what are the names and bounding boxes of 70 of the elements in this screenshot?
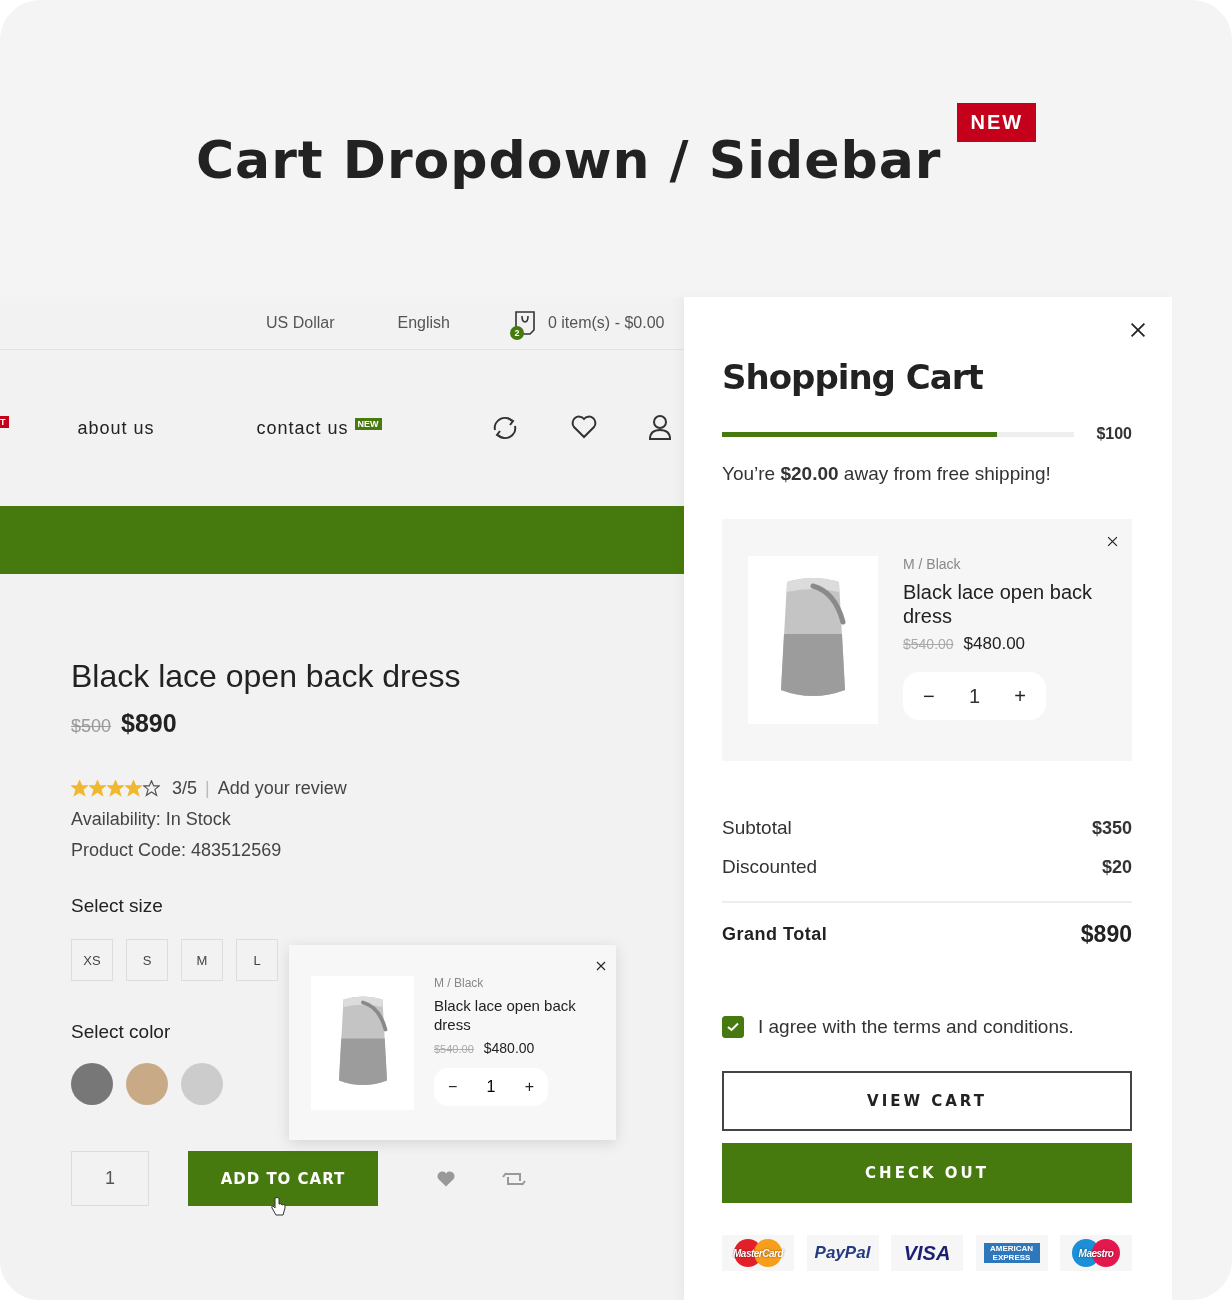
color-swatch[interactable]: [126, 1063, 168, 1105]
discount-label: Discounted: [722, 856, 818, 878]
item-old-price: $540.00: [903, 636, 954, 652]
discount-value: $20: [1101, 857, 1132, 878]
paypal-logo: PayPal: [806, 1235, 879, 1271]
nav-link[interactable]: contact us: [256, 417, 349, 439]
cart-count-badge: 2: [509, 326, 524, 340]
increase-button[interactable]: +: [1014, 684, 1026, 708]
close-icon[interactable]: [1130, 322, 1146, 338]
increase-button[interactable]: +: [524, 1078, 534, 1096]
subtotal-label: Subtotal: [722, 817, 792, 839]
quantity-field[interactable]: 1: [71, 1151, 149, 1206]
cart-summary[interactable]: 0 item(s) - $0.00: [547, 314, 665, 332]
price: $890: [121, 709, 177, 738]
shipping-threshold: $100: [1096, 425, 1132, 443]
currency-selector[interactable]: US Dollar: [266, 314, 335, 332]
size-option[interactable]: M: [181, 939, 223, 981]
size-label: Select size: [71, 895, 163, 917]
shipping-note: You’re $20.00 away from free shipping!: [722, 463, 1052, 485]
product-title: Black lace open back dress: [71, 658, 462, 695]
visa-logo: VISA: [891, 1235, 963, 1271]
item-price: $480.00: [963, 634, 1026, 654]
color-swatch[interactable]: [181, 1063, 223, 1105]
availability-text: Availability: In Stock: [71, 809, 232, 830]
size-option[interactable]: S: [126, 939, 168, 981]
grand-total-label: Grand Total: [722, 924, 828, 945]
old-price: $500: [71, 716, 112, 737]
size-option[interactable]: L: [236, 939, 278, 981]
item-name[interactable]: Black lace open back dress: [434, 996, 616, 1034]
star-icon: [71, 780, 88, 797]
star-icon: [125, 780, 142, 797]
star-icon: [89, 780, 106, 797]
checkmark-icon: [727, 1022, 739, 1032]
cart-title: Shopping Cart: [722, 357, 984, 397]
decrease-button[interactable]: −: [448, 1078, 458, 1096]
color-swatch[interactable]: [71, 1063, 113, 1105]
product-code: Product Code: 483512569: [71, 840, 283, 861]
decrease-button[interactable]: −: [923, 684, 935, 708]
view-cart-button[interactable]: VIEW CART: [722, 1071, 1132, 1131]
terms-label: I agree with the terms and conditions.: [758, 1016, 1074, 1038]
terms-checkbox[interactable]: [722, 1016, 744, 1038]
item-variant: M / Black: [434, 976, 485, 990]
size-option[interactable]: XS: [71, 939, 113, 981]
item-variant: M / Black: [903, 556, 962, 572]
item-old-price: $540.00: [434, 1043, 474, 1055]
star-icon: [107, 780, 124, 797]
close-icon[interactable]: [596, 961, 606, 971]
grand-total-value: $890: [1080, 921, 1132, 948]
separator: |: [205, 778, 210, 799]
remove-icon[interactable]: [1107, 536, 1118, 547]
color-label: Select color: [71, 1021, 171, 1043]
language-selector[interactable]: English: [397, 314, 450, 332]
hand-cursor-icon: [270, 1197, 286, 1217]
item-name[interactable]: Black lace open back dress: [903, 580, 1132, 628]
new-badge: NEW: [354, 417, 382, 430]
subtotal-value: $350: [1091, 818, 1132, 839]
quantity-value: 1: [968, 684, 981, 708]
star-icon: [143, 780, 160, 797]
amex-logo: AMERICAN EXPRESS: [975, 1235, 1048, 1271]
user-icon[interactable]: [647, 413, 672, 441]
rating-value: 3/5: [172, 778, 198, 799]
page-title: Cart Dropdown / Sidebar: [195, 129, 942, 192]
checkout-button[interactable]: CHECK OUT: [722, 1143, 1132, 1203]
new-badge: NEW: [957, 103, 1037, 142]
review-link[interactable]: Add your review: [217, 778, 347, 799]
heart-icon[interactable]: [569, 413, 598, 441]
quantity-value: 1: [486, 1078, 496, 1096]
menu-badge: T: [0, 416, 9, 428]
nav-link[interactable]: about us: [77, 417, 155, 439]
item-price: $480.00: [483, 1040, 535, 1056]
